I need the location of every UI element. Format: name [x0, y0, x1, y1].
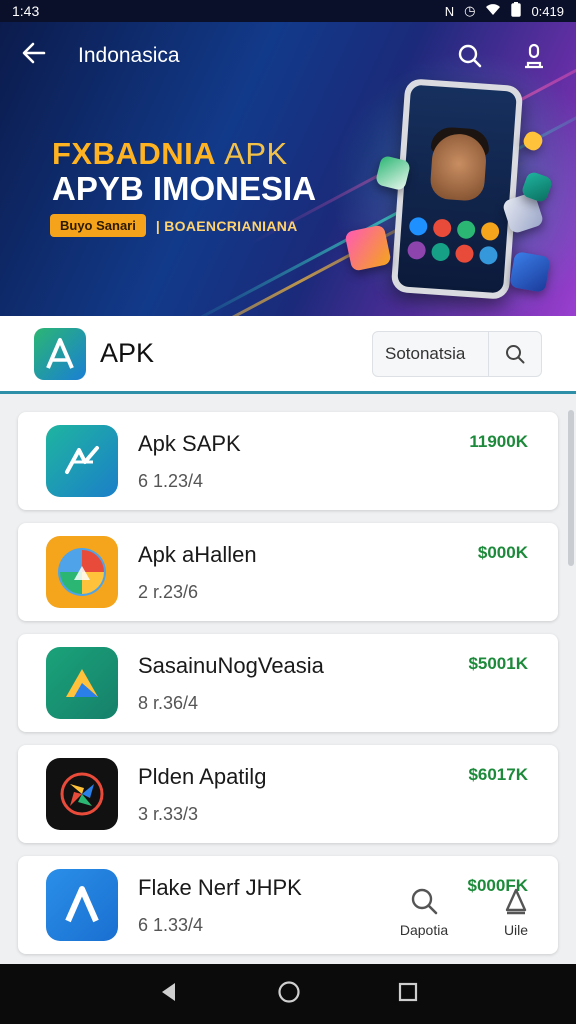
app-list: Apk SAPK 6 1.23/4 11900K Apk aHallen 2 r… [18, 412, 558, 967]
search-box [372, 330, 542, 377]
banner-subheadline: APYB IMONESIA [52, 170, 317, 207]
battery-icon [511, 2, 522, 20]
profile-icon [505, 888, 527, 915]
app-size: 11900K [469, 432, 528, 451]
list-item[interactable]: Apk aHallen 2 r.23/6 $000K [18, 523, 558, 621]
a-letter-icon [46, 869, 118, 941]
list-item[interactable]: Apk SAPK 6 1.23/4 11900K [18, 412, 558, 510]
app-screen: Indonasica FXBADNIA APK APYB IMONESIA Bu… [0, 0, 576, 1024]
status-bar: 1:43 N ◷ 0:419 [0, 0, 576, 22]
pinwheel-icon [46, 758, 118, 830]
scrollbar[interactable] [568, 410, 574, 566]
alarm-icon: ◷ [464, 3, 476, 18]
app-version: 6 1.23/4 [138, 470, 204, 491]
list-item[interactable]: SasainuNogVeasia 8 r.36/4 $5001K [18, 634, 558, 732]
notification-n-icon: N [444, 3, 455, 19]
floating-cube-icon [509, 251, 551, 293]
wifi-icon [485, 3, 501, 19]
triangle-drive-icon [46, 536, 118, 608]
app-size: $000K [477, 543, 528, 562]
banner-badge-row: Buyo Sanari | BOAENCRIANIANA [50, 214, 298, 237]
phone-illustration [390, 78, 524, 300]
app-header: APK [0, 316, 576, 394]
phone-screen [397, 84, 517, 294]
banner-headline: FXBADNIA APK [52, 136, 288, 171]
top-app-bar: Indonasica [0, 30, 576, 82]
search-icon [411, 888, 438, 915]
app-version: 2 r.23/6 [138, 581, 199, 602]
page-title: Indonasica [78, 44, 180, 67]
arrow-triangle-icon [46, 647, 118, 719]
app-size: $5001K [468, 654, 528, 673]
app-version: 3 r.33/3 [138, 803, 199, 824]
floating-cube-icon [344, 224, 392, 272]
system-nav-bar [0, 964, 576, 1024]
search-icon[interactable] [448, 34, 492, 78]
search-icon[interactable] [489, 332, 541, 376]
back-arrow-icon[interactable] [20, 39, 56, 74]
status-icons: N ◷ 0:419 [445, 2, 564, 20]
hero-banner: Indonasica FXBADNIA APK APYB IMONESIA Bu… [0, 0, 576, 316]
ak-glyph-icon [46, 425, 118, 497]
home-circle-icon[interactable] [277, 980, 301, 1009]
tab-search[interactable]: Dapotia [392, 886, 456, 938]
profile-icon[interactable] [512, 34, 556, 78]
back-triangle-icon[interactable] [158, 981, 180, 1008]
app-size: $6017K [468, 765, 528, 784]
tab-label: Dapotia [399, 922, 449, 938]
tab-profile[interactable]: Uile [484, 886, 548, 938]
person-photo [429, 132, 488, 202]
app-version: 8 r.36/4 [138, 692, 199, 713]
apk-logo-icon [34, 327, 86, 380]
banner-tagline: | BOAENCRIANIANA [155, 217, 298, 234]
tab-label: Uile [503, 922, 529, 938]
status-time-right: 0:419 [531, 3, 564, 19]
list-item[interactable]: Plden Apatilg 3 r.33/3 $6017K [18, 745, 558, 843]
app-name: APK [100, 338, 155, 368]
recents-square-icon[interactable] [398, 982, 418, 1007]
search-input[interactable] [373, 331, 489, 376]
banner-pill[interactable]: Buyo Sanari [50, 214, 146, 237]
bottom-tabs: Dapotia Uile [392, 886, 548, 938]
app-title: Apk aHallen [138, 541, 257, 567]
status-time-left: 1:43 [12, 3, 40, 19]
phone-app-dots [407, 216, 500, 265]
